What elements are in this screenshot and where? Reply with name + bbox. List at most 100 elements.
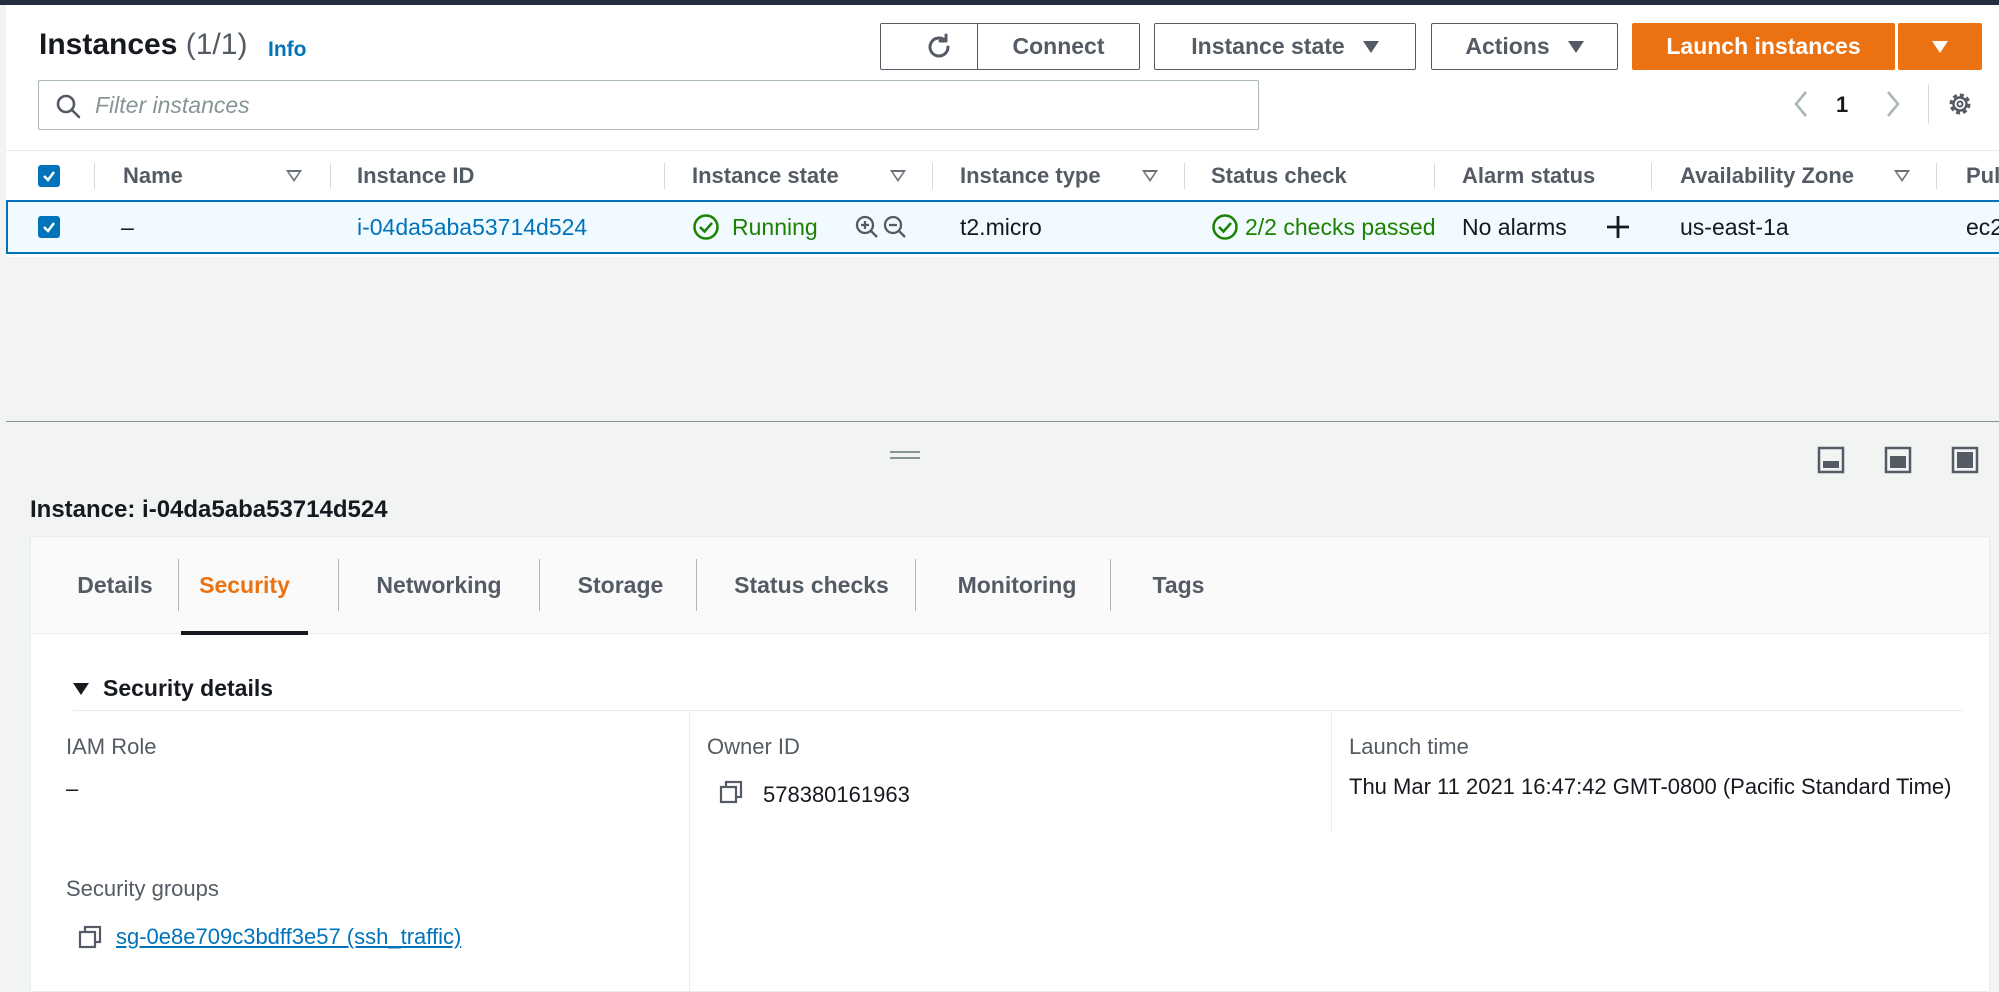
cell-instance-type: t2.micro	[960, 213, 1042, 240]
drag-handle-icon[interactable]	[890, 449, 920, 461]
page-number[interactable]: 1	[1836, 92, 1848, 118]
column-divider	[1331, 713, 1332, 831]
column-header-status-check[interactable]: Status check	[1211, 151, 1347, 201]
instance-state-button[interactable]: Instance state	[1154, 23, 1416, 70]
sort-icon[interactable]	[286, 170, 302, 182]
chevron-left-icon[interactable]	[1790, 88, 1812, 120]
column-divider	[932, 163, 933, 189]
column-divider	[330, 163, 331, 189]
checkmark-icon	[43, 222, 55, 233]
column-divider	[664, 163, 665, 189]
tab-divider	[915, 559, 916, 611]
security-group-link[interactable]: sg-0e8e709c3bdff3e57 (ssh_traffic)	[116, 924, 461, 950]
sort-icon[interactable]	[890, 170, 906, 182]
select-all-checkbox[interactable]	[38, 165, 60, 187]
zoom-in-icon[interactable]	[854, 214, 880, 240]
refresh-icon	[928, 33, 950, 57]
column-divider	[1936, 163, 1937, 189]
column-divider	[689, 713, 690, 992]
column-divider	[1651, 163, 1652, 189]
caret-down-icon	[1932, 40, 1948, 53]
iam-role-label: IAM Role	[66, 734, 157, 759]
panel-full-icon[interactable]	[1951, 446, 1979, 474]
iam-role-value: –	[66, 776, 79, 801]
page-title: Instances (1/1)	[39, 28, 247, 62]
cell-status-check[interactable]: 2/2 checks passed	[1211, 202, 1443, 252]
instance-count: (1/1)	[185, 28, 248, 61]
sort-icon[interactable]	[1142, 170, 1158, 182]
instance-state-label: Instance state	[1191, 33, 1345, 59]
sort-icon[interactable]	[1894, 170, 1910, 182]
cell-name: –	[121, 213, 134, 240]
tab-bar: Details Security Networking Storage Stat…	[31, 537, 1989, 635]
plus-icon[interactable]	[1604, 213, 1632, 241]
tab-details[interactable]: Details	[59, 537, 171, 634]
panel-split-icon[interactable]	[1884, 446, 1912, 474]
actions-button[interactable]: Actions	[1431, 23, 1618, 70]
launch-time-label: Launch time	[1349, 734, 1469, 759]
table-empty-area	[6, 257, 1999, 422]
tab-tags[interactable]: Tags	[1121, 537, 1236, 634]
tab-divider	[338, 559, 339, 611]
column-header-instance-state[interactable]: Instance state	[692, 151, 839, 201]
filter-input[interactable]	[95, 89, 1235, 121]
section-title: Security details	[103, 675, 274, 701]
column-header-instance-id[interactable]: Instance ID	[357, 151, 474, 201]
panel-bottom-icon[interactable]	[1817, 446, 1845, 474]
column-header-instance-type[interactable]: Instance type	[960, 151, 1101, 201]
caret-down-icon	[1567, 40, 1584, 53]
state-label: Running	[732, 213, 818, 240]
launch-instances-label: Launch instances	[1666, 33, 1861, 59]
gear-icon[interactable]	[1945, 89, 1975, 119]
tab-divider	[539, 559, 540, 611]
owner-id-label: Owner ID	[707, 734, 800, 759]
tab-divider	[178, 559, 179, 611]
tab-divider	[696, 559, 697, 611]
checkmark-icon	[43, 171, 55, 182]
column-header-name[interactable]: Name	[123, 151, 183, 201]
copy-icon[interactable]	[719, 780, 743, 804]
connect-label: Connect	[1012, 33, 1105, 59]
cell-instance-id[interactable]: i-04da5aba53714d524	[357, 202, 587, 252]
tab-security[interactable]: Security	[181, 537, 308, 635]
cell-availability-zone: us-east-1a	[1680, 213, 1789, 240]
connect-button[interactable]: Connect	[977, 23, 1140, 70]
instance-detail-title: Instance: i-04da5aba53714d524	[30, 496, 388, 523]
caret-down-icon	[1362, 40, 1379, 53]
launch-dropdown-button[interactable]	[1898, 23, 1982, 70]
tab-monitoring[interactable]: Monitoring	[928, 537, 1106, 634]
tab-status-checks[interactable]: Status checks	[709, 537, 914, 634]
check-circle-icon	[1212, 214, 1238, 240]
tab-networking[interactable]: Networking	[351, 537, 527, 634]
security-groups-label: Security groups	[66, 876, 219, 901]
column-header-public[interactable]: Pul	[1966, 151, 1999, 201]
detail-tabs-container: Details Security Networking Storage Stat…	[30, 536, 1990, 992]
cell-alarm-status: No alarms	[1462, 213, 1567, 240]
column-divider	[1434, 163, 1435, 189]
tab-divider	[1110, 559, 1111, 611]
section-divider	[73, 710, 1963, 711]
tab-storage[interactable]: Storage	[551, 537, 690, 634]
launch-instances-button[interactable]: Launch instances	[1632, 23, 1895, 70]
info-link[interactable]: Info	[268, 38, 306, 62]
check-circle-icon	[693, 214, 719, 240]
copy-icon[interactable]	[78, 925, 102, 949]
column-header-availability-zone[interactable]: Availability Zone	[1680, 151, 1854, 201]
chevron-right-icon[interactable]	[1882, 88, 1904, 120]
filter-search[interactable]	[38, 80, 1259, 130]
actions-label: Actions	[1465, 33, 1550, 59]
column-header-alarm-status[interactable]: Alarm status	[1462, 151, 1595, 201]
status-check-label: 2/2 checks passed	[1245, 213, 1436, 240]
pager-divider	[1928, 84, 1929, 124]
row-checkbox[interactable]	[38, 216, 60, 238]
cell-instance-state: Running	[692, 202, 818, 252]
table-row[interactable]: – i-04da5aba53714d524 Running t2.micro 2…	[6, 200, 1999, 254]
table-header: Name Instance ID Instance state Instance…	[6, 150, 1999, 200]
zoom-out-icon[interactable]	[882, 214, 908, 240]
column-divider	[94, 163, 95, 189]
search-icon	[56, 94, 81, 119]
column-divider	[1184, 163, 1185, 189]
launch-time-value: Thu Mar 11 2021 16:47:42 GMT-0800 (Pacif…	[1349, 774, 1952, 799]
security-details-toggle[interactable]: Security details	[73, 675, 273, 702]
cell-public-dns: ec2	[1966, 213, 1999, 240]
